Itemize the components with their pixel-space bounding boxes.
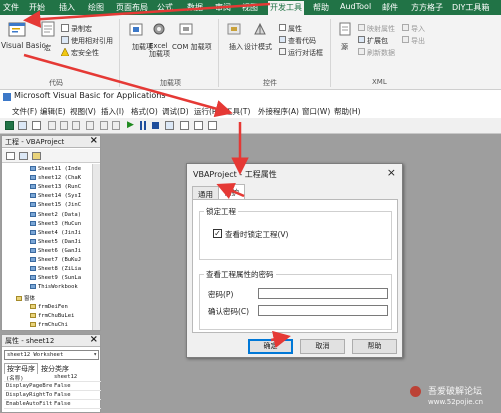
watermark-url: www.52pojie.cn bbox=[428, 398, 484, 406]
annotation-arrows bbox=[23, 2, 291, 349]
arrow-to-visual-basic bbox=[23, 2, 271, 28]
arrow-to-tools-menu bbox=[23, 53, 233, 118]
arrow-to-ok-button bbox=[270, 330, 291, 349]
watermark-name: 吾爱破解论坛 bbox=[428, 387, 483, 397]
watermark: 吾爱破解论坛 www.52pojie.cn bbox=[410, 384, 498, 412]
forum-logo-icon bbox=[410, 386, 421, 397]
arrow-to-protection-tab bbox=[216, 182, 245, 200]
